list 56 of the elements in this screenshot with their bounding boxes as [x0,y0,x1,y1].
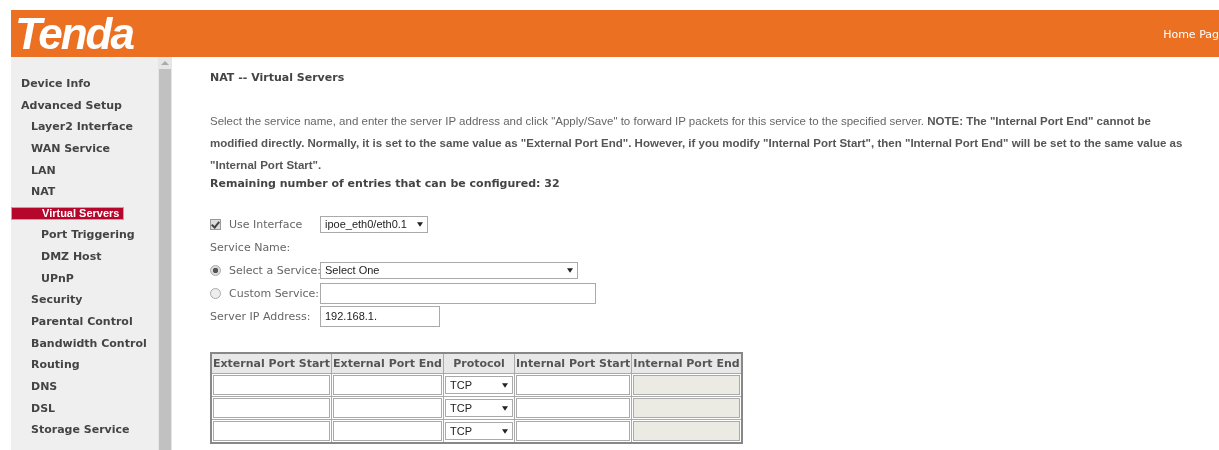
sidebar-item[interactable]: Parental Control [11,310,153,333]
field-label: Select a Service: [229,264,320,277]
use-interface-checkbox[interactable] [210,219,221,230]
column-header: External Port End [331,353,444,374]
port-field[interactable] [516,421,631,441]
column-header: Internal Port Start [514,353,632,374]
port-field[interactable] [516,398,631,418]
sidebar-item[interactable]: UPnP [11,267,153,290]
service-radio[interactable] [210,265,221,276]
scrollbar[interactable] [158,57,172,450]
dropdown-arrow-icon [502,428,508,434]
interface-dropdown[interactable]: ipoe_eth0/eth0.1 [320,216,428,233]
remaining-entries-text: Remaining number of entries that can be configured: 32 [210,177,561,190]
sidebar-item[interactable]: Routing [11,354,153,376]
port-field[interactable] [213,421,331,441]
sidebar-item[interactable]: NAT [11,181,153,204]
column-header: Internal Port End [631,353,742,374]
sidebar-item[interactable]: WAN Service [11,138,153,160]
sidebar-item[interactable]: LAN [11,159,153,182]
field-label: Use Interface [229,218,304,231]
dropdown-arrow-icon [567,268,573,273]
dropdown-arrow-icon [502,382,508,388]
port-field[interactable] [213,398,331,418]
sidebar-item[interactable]: Port Triggering [11,224,153,246]
port-field[interactable] [213,375,331,395]
protocol-dropdown[interactable]: TCP [445,399,513,417]
sidebar-item[interactable]: Advanced Setup [11,94,153,117]
column-header: Protocol [443,353,515,374]
service-radio[interactable] [210,288,221,299]
server-ip-field[interactable]: 192.168.1. [320,306,440,327]
field-label: Service Name: [210,241,291,254]
sidebar-item[interactable]: Bandwidth Control [11,332,153,355]
port-field[interactable] [333,375,442,395]
port-field[interactable] [333,421,442,441]
sidebar-item[interactable]: DMZ Host [11,245,153,268]
sidebar-item[interactable]: Security [11,289,153,311]
service-dropdown[interactable]: Select One [320,262,578,279]
field-label: Custom Service: [229,287,320,300]
dropdown-arrow-icon [417,222,423,227]
sidebar-item[interactable]: Virtual Servers [11,207,125,221]
custom-service-field[interactable] [320,283,596,304]
sidebar-item[interactable]: Device Info [11,73,153,95]
column-header: External Port Start [211,353,332,374]
port-field[interactable] [516,375,631,395]
sidebar-item[interactable]: Layer2 Interface [11,116,153,139]
protocol-dropdown[interactable]: TCP [445,422,513,440]
protocol-dropdown[interactable]: TCP [445,376,513,394]
sidebar-item[interactable]: DSL [11,397,153,420]
port-field[interactable] [333,398,442,418]
description-text: Select the service name, and enter the server IP address and click "Apply/Save" to forward IP packets for this service to the specified server. NOTE: The "Internal Port End" cannot be modified directly. Normally, it is set to the same value as "External Port End". However, if you modify "Internal Port Start", then "Internal Port End" will be set to the same value as "Internal Port Start". [210,114,1184,173]
sidebar-item[interactable]: DNS [11,375,153,398]
field-label: Server IP Address: [210,310,312,323]
logo: Tenda [14,10,133,57]
page-title: NAT -- Virtual Servers [210,71,346,84]
sidebar-item[interactable]: Storage Service [11,419,153,441]
dropdown-arrow-icon [502,405,508,411]
